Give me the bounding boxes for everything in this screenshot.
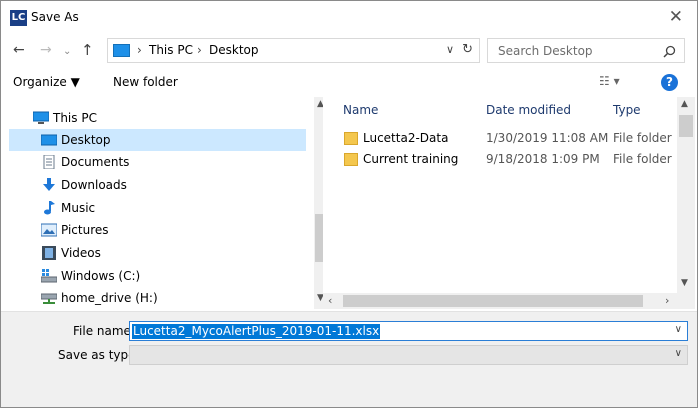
folder-icon [344,132,358,145]
app-logo-icon: LC [10,10,27,26]
drive-icon [41,269,57,283]
scrollbar-thumb[interactable] [343,295,643,307]
nav-item-label: Videos [61,246,101,260]
folder-icon [344,153,358,166]
videos-icon [42,246,56,260]
list-item[interactable]: Current training 9/18/2018 1:09 PM File … [323,150,679,170]
scrollbar-thumb[interactable] [679,115,693,137]
desktop-folder-icon [41,134,57,146]
file-date: 1/30/2019 11:08 AM [486,131,609,145]
back-arrow-icon[interactable]: ← [13,41,25,59]
save-as-dialog: LC Save As ✕ ← → ⌄ ↑ › This PC › Desktop… [0,0,698,408]
file-name: Lucetta2-Data [363,131,449,145]
up-arrow-icon[interactable]: ↑ [81,41,94,59]
navigation-pane: This PC Desktop Documents Downloads Musi… [9,97,330,309]
search-placeholder: Search Desktop [498,44,593,58]
nav-item-this-pc[interactable]: This PC [9,107,306,129]
title-bar: LC Save As ✕ [1,1,697,33]
column-header-type[interactable]: Type [613,103,641,117]
nav-item-label: Music [61,201,96,215]
list-item[interactable]: Lucetta2-Data 1/30/2019 11:08 AM File fo… [323,129,679,149]
forward-arrow-icon[interactable]: → [40,41,52,59]
pictures-icon [41,223,57,237]
file-list-vertical-scrollbar[interactable]: ▲ ▼ [677,97,695,293]
column-header-name[interactable]: Name [343,103,378,117]
file-name-label: File name: [73,324,135,338]
nav-item-desktop[interactable]: Desktop [9,129,306,151]
breadcrumb-this-pc[interactable]: This PC [149,43,193,57]
address-bar[interactable]: › This PC › Desktop ∨ ↻ [107,38,480,63]
network-drive-icon [41,293,57,304]
file-date: 9/18/2018 1:09 PM [486,152,600,166]
breadcrumb-separator-icon: › [137,43,142,57]
chevron-down-icon[interactable]: ∨ [675,324,682,335]
file-list-horizontal-scrollbar[interactable]: ‹ › [323,293,695,309]
music-icon [44,201,55,215]
nav-item-label: Desktop [61,133,111,147]
scroll-left-icon[interactable]: ‹ [328,294,332,307]
save-as-type-label: Save as type: [58,348,140,362]
nav-item-music[interactable]: Music [9,197,306,219]
documents-icon [43,155,55,169]
nav-item-pictures[interactable]: Pictures [9,219,306,241]
nav-item-label: Documents [61,155,130,169]
breadcrumb-desktop[interactable]: Desktop [209,43,259,57]
file-name: Current training [363,152,459,166]
command-bar: Organize ▼ New folder ☷ ▾ ? [1,67,697,97]
file-type: File folder [613,131,672,145]
scroll-up-icon[interactable]: ▲ [681,99,688,109]
search-box[interactable]: Search Desktop [487,38,685,63]
nav-item-home-drive[interactable]: home_drive (H:) [9,287,306,309]
nav-item-label: Downloads [61,178,127,192]
column-header-date-modified[interactable]: Date modified [486,103,571,117]
nav-item-documents[interactable]: Documents [9,151,306,173]
organize-button[interactable]: Organize ▼ [13,75,80,89]
change-view-icon[interactable]: ☷ ▾ [599,74,620,88]
save-form: File name: Lucetta2_MycoAlertPlus_2019-0… [1,311,697,407]
chevron-down-icon[interactable]: ∨ [675,348,682,359]
new-folder-button[interactable]: New folder [113,75,178,89]
nav-item-videos[interactable]: Videos [9,242,306,264]
file-name-input[interactable]: Lucetta2_MycoAlertPlus_2019-01-11.xlsx ∨ [129,321,688,341]
breadcrumb-separator-icon: › [197,43,202,57]
file-name-value[interactable]: Lucetta2_MycoAlertPlus_2019-01-11.xlsx [132,324,381,339]
nav-item-downloads[interactable]: Downloads [9,174,306,196]
refresh-icon[interactable]: ↻ [462,42,473,57]
downloads-icon [43,178,55,191]
help-icon[interactable]: ? [661,74,678,91]
computer-icon [33,111,49,124]
window-title: Save As [31,10,79,24]
desktop-folder-icon [113,44,130,57]
close-icon[interactable]: ✕ [669,8,683,26]
nav-item-label: This PC [53,111,97,125]
scroll-right-icon[interactable]: › [665,294,669,307]
recent-locations-chevron-icon[interactable]: ⌄ [63,43,71,61]
nav-item-windows-drive[interactable]: Windows (C:) [9,265,306,287]
search-icon[interactable] [663,45,676,58]
address-dropdown-icon[interactable]: ∨ [446,43,454,56]
file-type: File folder [613,152,672,166]
nav-item-label: Pictures [61,223,109,237]
scroll-down-icon[interactable]: ▼ [681,278,688,288]
nav-item-label: home_drive (H:) [61,291,158,305]
save-as-type-select[interactable]: ∨ [129,345,688,365]
navigation-bar: ← → ⌄ ↑ › This PC › Desktop ∨ ↻ Search D… [1,37,697,65]
nav-item-label: Windows (C:) [61,269,141,283]
file-list: Name Date modified Type Lucetta2-Data 1/… [323,97,697,309]
